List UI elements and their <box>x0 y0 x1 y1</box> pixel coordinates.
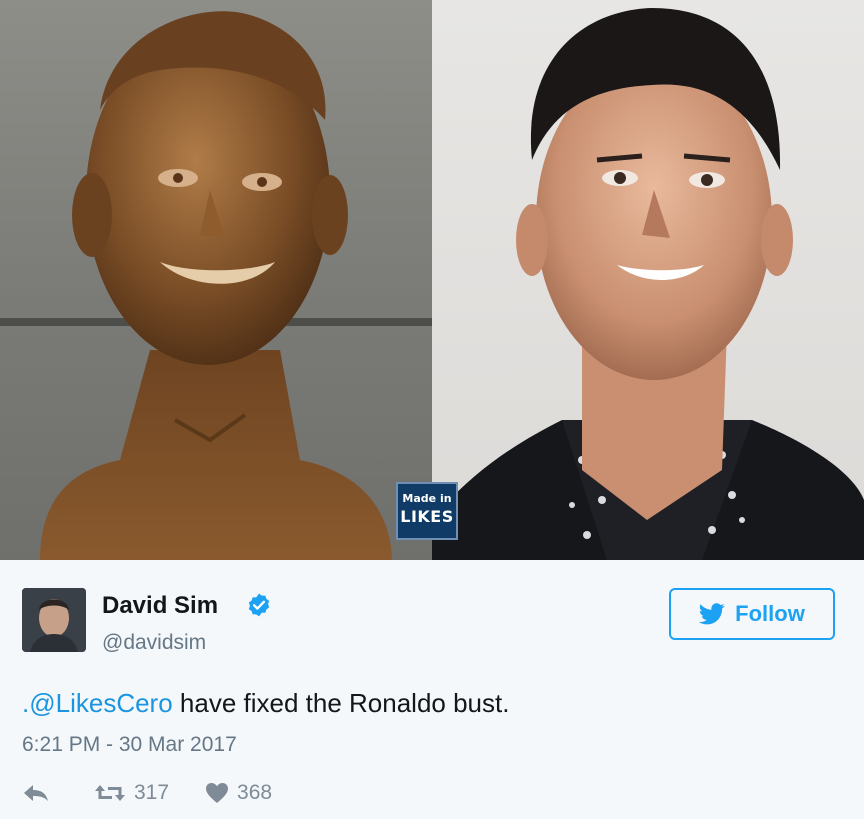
twitter-bird-icon <box>699 603 725 625</box>
portrait-photo <box>432 0 864 560</box>
watermark-line1: Made in <box>402 492 452 505</box>
like-button[interactable]: 368 <box>205 781 272 805</box>
follow-label: Follow <box>735 601 805 626</box>
reply-icon <box>24 785 48 801</box>
avatar[interactable] <box>22 588 86 652</box>
like-count: 368 <box>237 781 273 804</box>
tweet-timestamp[interactable]: 6:21 PM - 30 Mar 2017 <box>22 733 237 757</box>
tweet-text: .@LikesCero have fixed the Ronaldo bust. <box>22 688 509 719</box>
author-name[interactable]: David Sim <box>102 592 218 620</box>
retweet-count: 317 <box>134 781 170 804</box>
reply-button[interactable] <box>22 783 58 803</box>
verified-badge-icon <box>248 593 270 617</box>
bronze-bust-illustration <box>40 11 392 560</box>
mention-link[interactable]: .@LikesCero <box>22 688 173 718</box>
made-in-likes-watermark: Made in LIKES <box>396 482 458 540</box>
bust-photo <box>0 0 432 560</box>
author-handle[interactable]: @davidsim <box>102 631 206 655</box>
tweet-actions: 317 368 <box>22 778 308 808</box>
avatar-image <box>22 588 86 652</box>
tweet-media[interactable] <box>0 0 864 560</box>
heart-icon <box>206 783 229 803</box>
retweet-button[interactable]: 317 <box>94 781 169 805</box>
portrait-illustration <box>432 8 864 560</box>
retweet-icon <box>95 785 125 801</box>
tweet-text-body: have fixed the Ronaldo bust. <box>172 688 510 718</box>
follow-button[interactable]: Follow <box>669 588 835 640</box>
watermark-line2: LIKES <box>400 507 454 526</box>
tweet-screenshot: Made in LIKES David Sim @davidsim Follow… <box>0 0 864 819</box>
